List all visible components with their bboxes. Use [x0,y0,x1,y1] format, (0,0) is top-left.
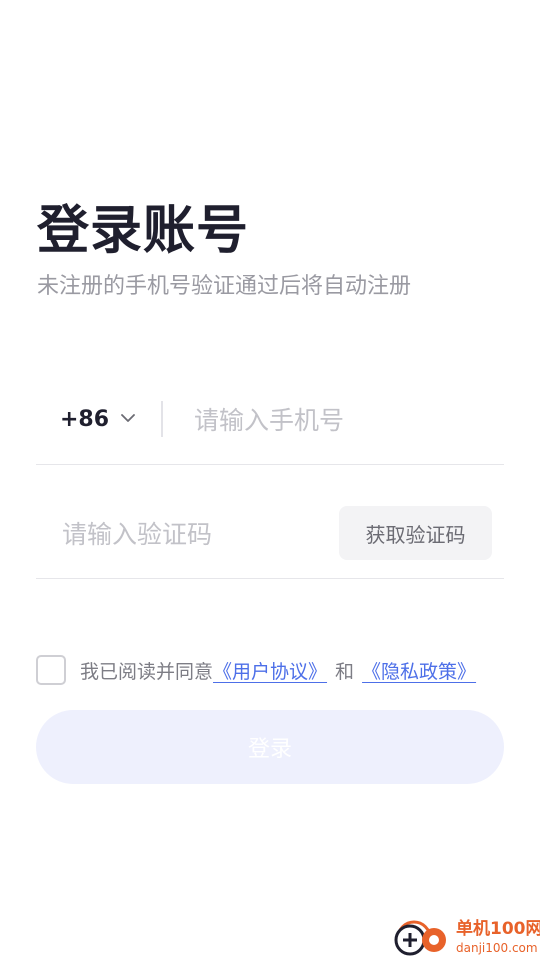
agreement-text: 我已阅读并同意 [80,660,214,683]
user-agreement-link[interactable]: 《用户协议》 [213,657,327,684]
watermark: 单机100网 danji100.com [390,916,540,960]
login-button[interactable]: 登录 [36,710,504,784]
watermark-domain: danji100.com [456,941,538,955]
verification-code-input[interactable] [62,512,322,556]
get-code-button[interactable]: 获取验证码 [339,506,492,560]
phone-input-row: +86 [36,380,504,465]
country-code-selector[interactable]: +86 [60,404,109,436]
watermark-logo-icon [394,920,446,956]
agreement-row: 我已阅读并同意 《用户协议》 和 《隐私政策》 [36,654,476,686]
privacy-policy-link[interactable]: 《隐私政策》 [362,657,476,684]
login-page: 登录账号 未注册的手机号验证通过后将自动注册 +86 获取验证码 我已阅读并同意… [0,0,540,960]
watermark-name: 单机100网 [456,919,540,939]
code-input-row: 获取验证码 [36,490,504,579]
agreement-checkbox[interactable] [36,655,66,685]
phone-number-input[interactable] [194,398,484,442]
page-title: 登录账号 [37,201,250,261]
input-divider [161,401,163,437]
agreement-and-text: 和 [335,660,355,683]
chevron-down-icon[interactable] [120,410,136,426]
page-subtitle: 未注册的手机号验证通过后将自动注册 [37,274,412,299]
